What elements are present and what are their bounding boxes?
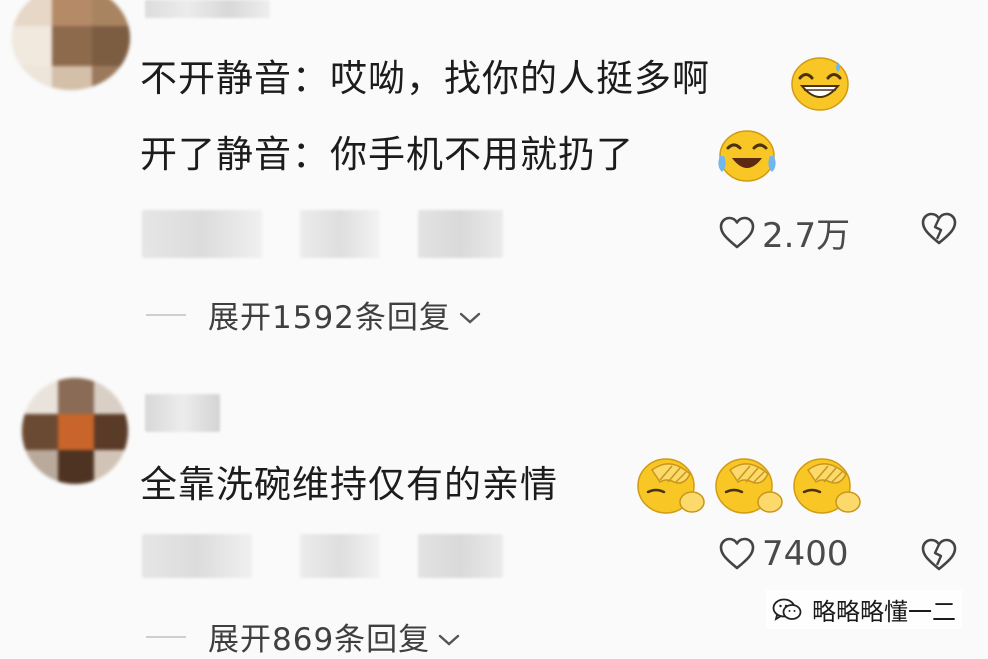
divider-line <box>146 313 186 316</box>
tears-of-joy-emoji <box>714 126 780 188</box>
reply-button[interactable] <box>418 210 503 258</box>
dislike-button[interactable] <box>920 212 958 250</box>
comment-feed: 不开静音：哎呦，找你的人挺多啊 开了静音：你手机不用就扔了 2.7万 展开159… <box>0 0 988 659</box>
chevron-down-icon <box>438 619 460 655</box>
like-button[interactable]: 7400 <box>718 534 849 574</box>
expand-replies[interactable]: 展开1592条回复 <box>146 292 481 337</box>
facepalm-emoji <box>786 452 866 520</box>
like-count: 7400 <box>762 534 849 574</box>
wechat-icon <box>772 598 802 621</box>
divider-line <box>146 635 186 638</box>
like-button[interactable]: 2.7万 <box>718 208 850 257</box>
comment-location <box>300 210 380 258</box>
watermark-text: 略略略懂一二 <box>812 598 956 626</box>
broken-heart-icon <box>921 212 957 245</box>
comment-text-line: 不开静音：哎呦，找你的人挺多啊 <box>140 57 710 100</box>
watermark: 略略略懂一二 <box>766 590 962 629</box>
heart-outline-icon <box>719 537 755 570</box>
username[interactable] <box>145 394 220 432</box>
reply-button[interactable] <box>418 534 503 578</box>
like-count: 2.7万 <box>762 216 851 256</box>
dislike-button[interactable] <box>920 538 958 576</box>
comment-location <box>300 534 380 578</box>
facepalm-emoji <box>630 452 710 520</box>
chevron-down-icon <box>459 297 481 333</box>
comment-text-line: 开了静音：你手机不用就扔了 <box>140 133 634 176</box>
avatar[interactable] <box>22 378 128 484</box>
expand-replies-label: 展开1592条回复 <box>208 300 451 336</box>
avatar[interactable] <box>12 0 130 90</box>
comment-text-line: 全靠洗碗维持仅有的亲情 <box>140 463 558 506</box>
facepalm-emoji <box>708 452 788 520</box>
expand-replies[interactable]: 展开869条回复 <box>146 614 460 659</box>
username[interactable] <box>145 0 270 18</box>
comment-date <box>142 210 262 258</box>
broken-heart-icon <box>921 538 957 571</box>
comment-date <box>142 534 252 578</box>
expand-replies-label: 展开869条回复 <box>208 622 431 658</box>
grinning-sweat-emoji <box>790 56 850 116</box>
heart-outline-icon <box>719 216 755 248</box>
